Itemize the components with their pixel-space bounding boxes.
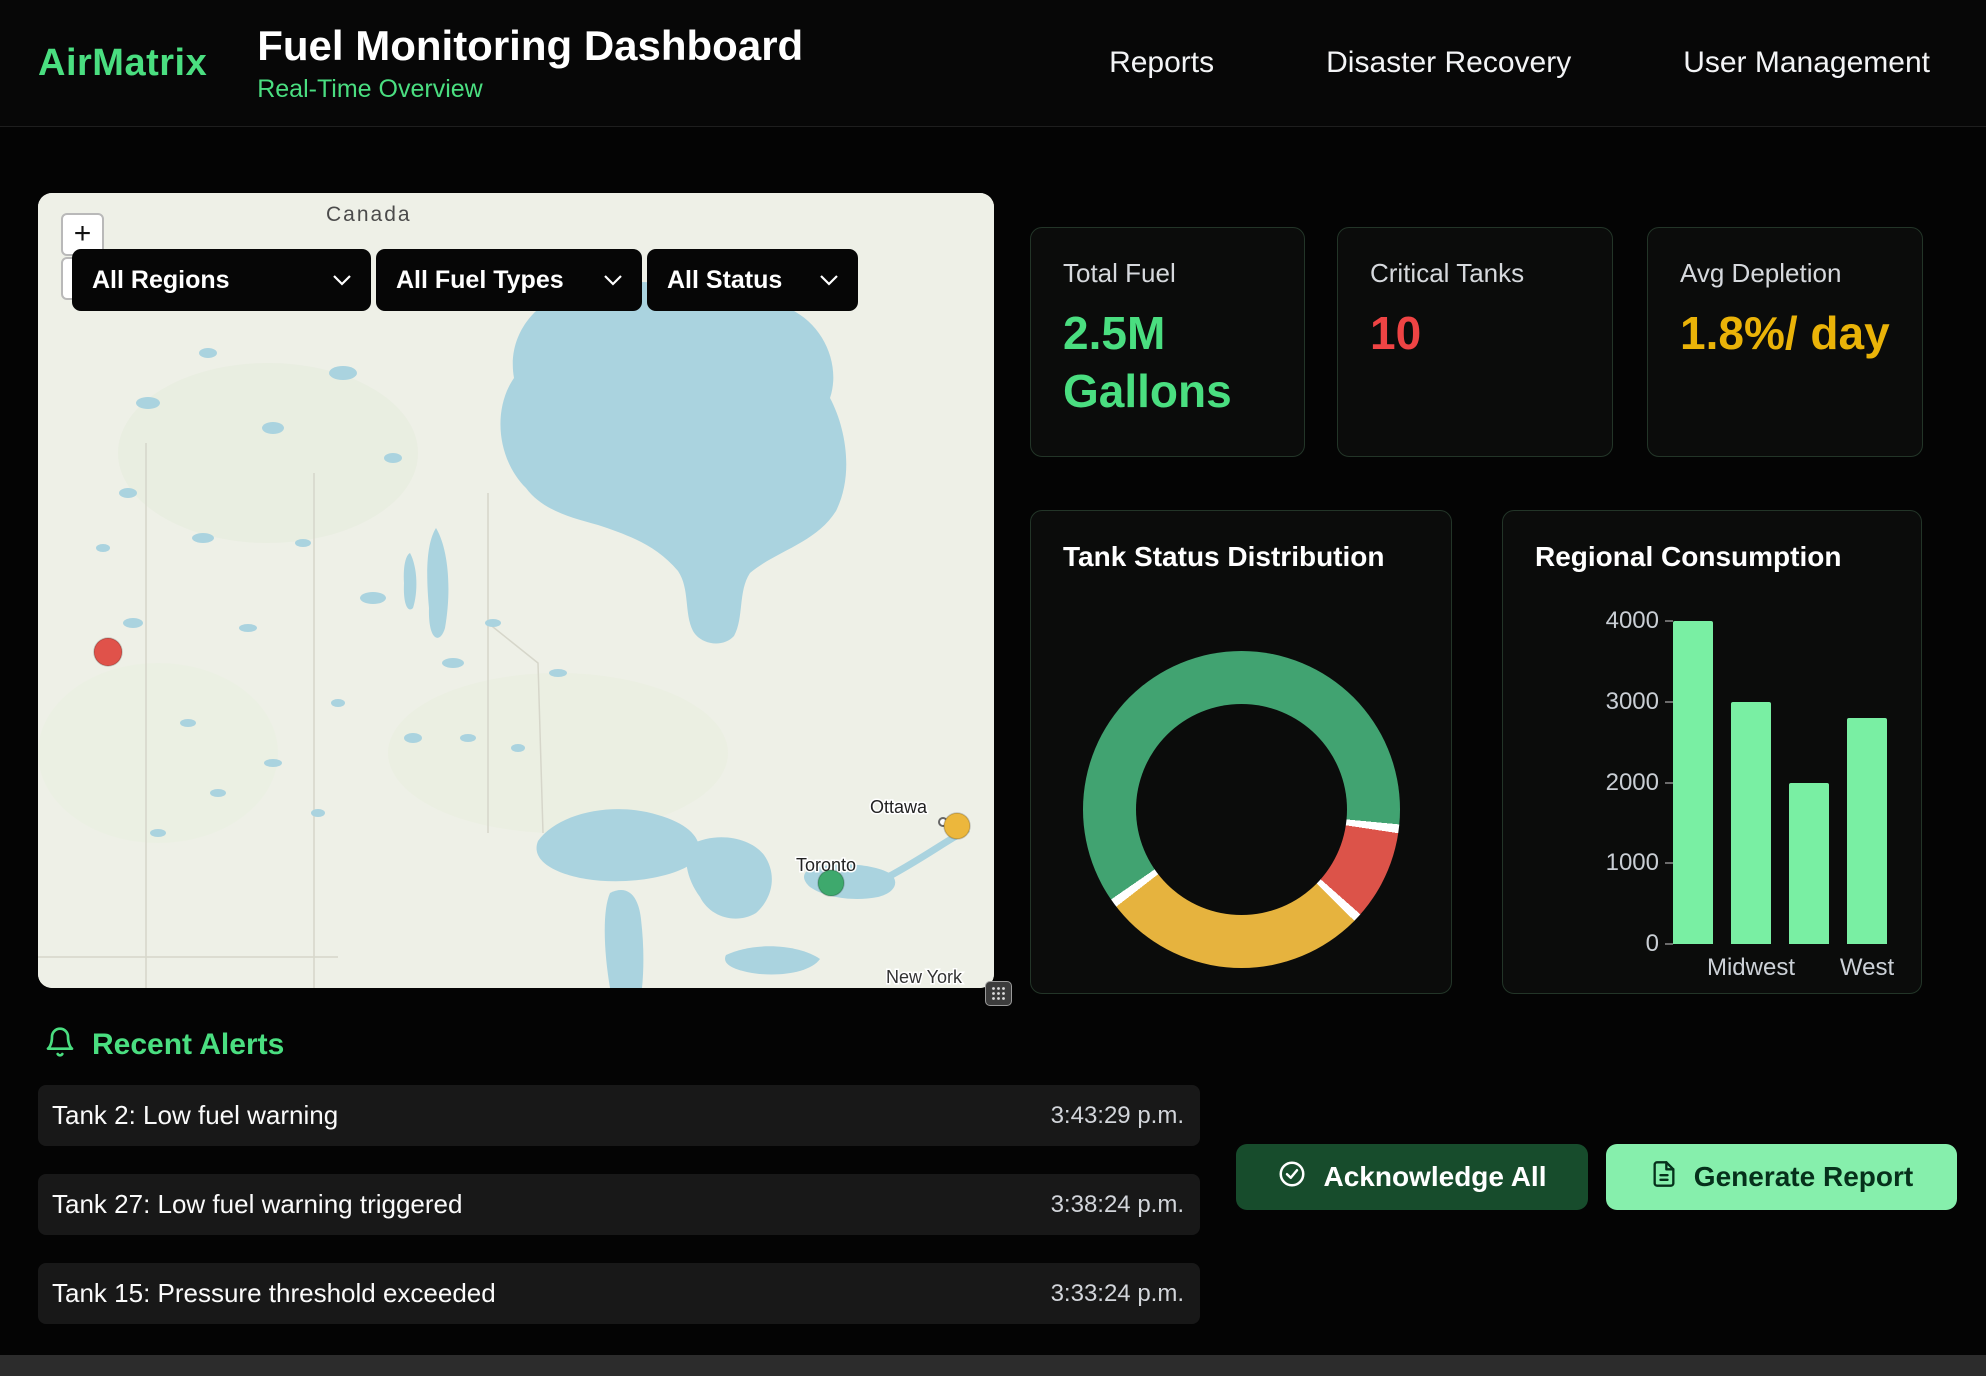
main-nav: Reports Disaster Recovery User Managemen… [1109, 46, 1930, 80]
bell-icon [44, 1026, 76, 1063]
acknowledge-all-label: Acknowledge All [1323, 1161, 1546, 1193]
bar-xlabel [1789, 954, 1829, 982]
alerts-title: Recent Alerts [92, 1028, 284, 1062]
bar [1731, 702, 1771, 944]
bar [1673, 621, 1713, 944]
bar-yaxis: 40003000200010000 [1503, 621, 1673, 944]
chart-title: Tank Status Distribution [1031, 511, 1451, 573]
y-tick: 3000 [1606, 688, 1673, 716]
map-marker-critical[interactable] [94, 638, 122, 666]
acknowledge-all-button[interactable]: Acknowledge All [1236, 1144, 1588, 1210]
regional-consumption-card: Regional Consumption 40003000200010000 M… [1502, 510, 1922, 994]
brand-logo[interactable]: AirMatrix [38, 42, 207, 85]
page-title: Fuel Monitoring Dashboard [257, 22, 803, 70]
map-marker-normal[interactable] [818, 870, 844, 896]
y-tick: 4000 [1606, 607, 1673, 635]
alert-message: Tank 27: Low fuel warning triggered [52, 1189, 462, 1220]
app-header: AirMatrix Fuel Monitoring Dashboard Real… [0, 0, 1986, 127]
map-terrain [388, 673, 728, 833]
chevron-down-icon [604, 275, 622, 286]
status-filter-label: All Status [667, 266, 782, 295]
status-filter-dropdown[interactable]: All Status [647, 249, 858, 311]
generate-report-button[interactable]: Generate Report [1606, 1144, 1957, 1210]
kpi-value: 1.8%/ day [1680, 305, 1890, 363]
map-terrain [38, 663, 278, 843]
alert-message: Tank 15: Pressure threshold exceeded [52, 1278, 496, 1309]
bottom-scrollbar[interactable] [0, 1355, 1986, 1376]
regions-filter-label: All Regions [92, 266, 230, 295]
map-label-canada: Canada [326, 203, 412, 226]
dashboard-root: AirMatrix Fuel Monitoring Dashboard Real… [0, 0, 1986, 1376]
kpi-label: Avg Depletion [1680, 258, 1890, 289]
bar [1789, 783, 1829, 945]
bar-chart: 4000 3000 2000 1000 0 Midwest West [1503, 511, 1921, 993]
alert-row: Tank 15: Pressure threshold exceeded 3:3… [38, 1263, 1200, 1324]
y-tick: 1000 [1606, 849, 1673, 877]
alert-timestamp: 3:38:24 p.m. [1051, 1191, 1184, 1219]
bar-xlabel: Midwest [1731, 954, 1771, 982]
bar-plot [1673, 621, 1889, 944]
map-canvas[interactable]: Canada Ottawa Toronto New York [38, 193, 994, 988]
map-label-new-york: New York [886, 967, 963, 987]
page-subtitle: Real-Time Overview [257, 75, 803, 104]
nav-item-reports[interactable]: Reports [1109, 46, 1214, 80]
kpi-label: Total Fuel [1063, 258, 1272, 289]
kpi-total-fuel: Total Fuel 2.5M Gallons [1030, 227, 1305, 457]
bar-xlabel: West [1847, 954, 1887, 982]
alert-timestamp: 3:43:29 p.m. [1051, 1102, 1184, 1130]
nav-item-disaster-recovery[interactable]: Disaster Recovery [1326, 46, 1571, 80]
alert-timestamp: 3:33:24 p.m. [1051, 1280, 1184, 1308]
resize-grip-icon[interactable] [985, 981, 1012, 1006]
bar-xlabels: Midwest West [1673, 954, 1889, 982]
alert-row: Tank 2: Low fuel warning 3:43:29 p.m. [38, 1085, 1200, 1146]
generate-report-label: Generate Report [1694, 1161, 1913, 1193]
kpi-value: 10 [1370, 305, 1580, 363]
map-panel[interactable]: Canada Ottawa Toronto New York + − All R… [38, 193, 994, 988]
chevron-down-icon [333, 275, 351, 286]
check-circle-icon [1277, 1159, 1307, 1196]
nav-item-user-management[interactable]: User Management [1683, 46, 1930, 80]
y-tick: 0 [1646, 930, 1673, 958]
alert-row: Tank 27: Low fuel warning triggered 3:38… [38, 1174, 1200, 1235]
fuel-types-filter-label: All Fuel Types [396, 266, 564, 295]
y-tick: 2000 [1606, 769, 1673, 797]
bar [1847, 718, 1887, 944]
kpi-critical-tanks: Critical Tanks 10 [1337, 227, 1613, 457]
tank-status-card: Tank Status Distribution [1030, 510, 1452, 994]
tank-status-donut [1083, 651, 1400, 968]
kpi-value: 2.5M Gallons [1063, 305, 1272, 420]
fuel-types-filter-dropdown[interactable]: All Fuel Types [376, 249, 642, 311]
kpi-avg-depletion: Avg Depletion 1.8%/ day [1647, 227, 1923, 457]
alert-message: Tank 2: Low fuel warning [52, 1100, 338, 1131]
document-icon [1650, 1160, 1678, 1195]
map-marker-warning[interactable] [944, 813, 970, 839]
title-block: Fuel Monitoring Dashboard Real-Time Over… [257, 22, 803, 104]
map-terrain [118, 363, 418, 543]
kpi-label: Critical Tanks [1370, 258, 1580, 289]
chevron-down-icon [820, 275, 838, 286]
regions-filter-dropdown[interactable]: All Regions [72, 249, 371, 311]
map-label-ottawa: Ottawa [870, 797, 928, 817]
alerts-header: Recent Alerts [44, 1026, 284, 1063]
